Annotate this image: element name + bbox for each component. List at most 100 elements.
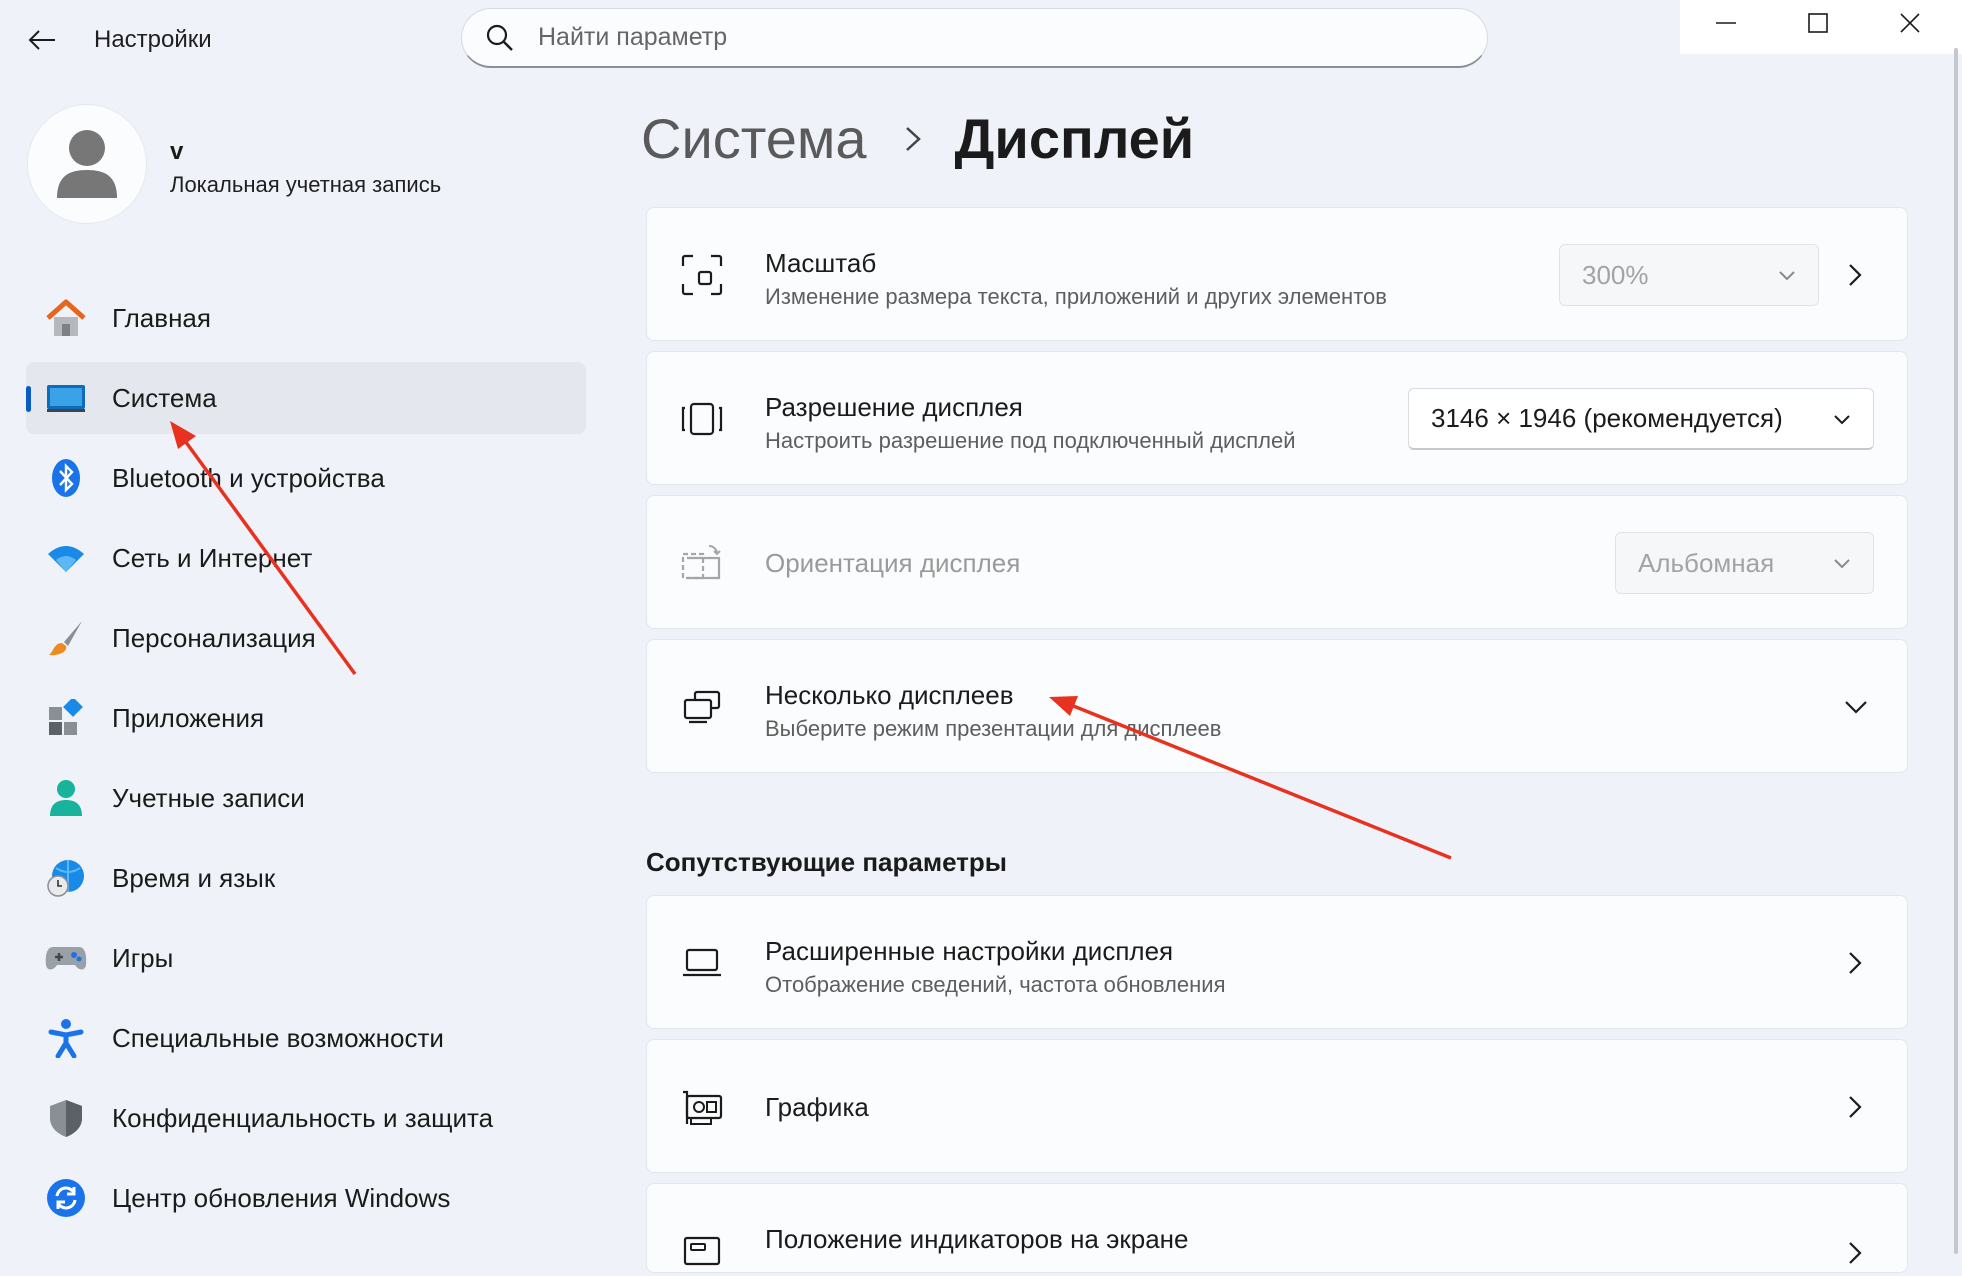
- sidebar-item-accounts[interactable]: Учетные записи: [26, 762, 586, 834]
- avatar[interactable]: [27, 104, 147, 224]
- chevron-down-icon: [1834, 559, 1850, 569]
- sidebar-item-label: Учетные записи: [112, 782, 305, 813]
- advanced-display-card[interactable]: Расширенные настройки дисплея Отображени…: [646, 895, 1908, 1029]
- sidebar-item-network[interactable]: Сеть и Интернет: [26, 522, 586, 594]
- sidebar-item-label: Сеть и Интернет: [112, 542, 313, 573]
- chevron-down-icon: [1779, 271, 1795, 281]
- scale-title: Масштаб: [765, 248, 877, 278]
- resolution-title: Разрешение дисплея: [765, 392, 1023, 422]
- multiple-displays-subtitle: Выберите режим презентации для дисплеев: [765, 716, 1222, 741]
- sidebar-item-gaming[interactable]: Игры: [26, 922, 586, 994]
- maximize-icon: [1808, 13, 1828, 33]
- sidebar-nav: Главная Система Bluetooth и устройства С…: [26, 282, 586, 1242]
- maximize-button[interactable]: [1772, 0, 1864, 46]
- person-icon: [44, 776, 88, 820]
- sidebar-item-label: Bluetooth и устройства: [112, 462, 385, 493]
- sidebar-item-label: Система: [112, 382, 217, 413]
- sidebar-item-accessibility[interactable]: Специальные возможности: [26, 1002, 586, 1074]
- graphics-card[interactable]: Графика: [646, 1039, 1908, 1173]
- sidebar-item-time-language[interactable]: Время и язык: [26, 842, 586, 914]
- indicator-position-card[interactable]: Положение индикаторов на экране: [646, 1183, 1908, 1273]
- orientation-icon: [681, 544, 721, 580]
- chevron-down-icon: [1834, 415, 1850, 425]
- sidebar-item-windows-update[interactable]: Центр обновления Windows: [26, 1162, 586, 1234]
- scale-dropdown[interactable]: 300%: [1559, 244, 1819, 306]
- minimize-button[interactable]: [1680, 0, 1772, 46]
- laptop-icon: [683, 948, 721, 977]
- close-icon: [1900, 13, 1920, 33]
- apps-icon: [44, 696, 88, 740]
- advanced-display-subtitle: Отображение сведений, частота обновления: [765, 972, 1226, 997]
- sidebar-item-privacy[interactable]: Конфиденциальность и защита: [26, 1082, 586, 1154]
- scrollbar[interactable]: [1954, 48, 1958, 1254]
- account-type: Локальная учетная запись: [170, 172, 442, 197]
- multiple-displays-card[interactable]: Несколько дисплеев Выберите режим презен…: [646, 639, 1908, 773]
- chevron-right-icon: [1849, 1242, 1862, 1264]
- resolution-subtitle: Настроить разрешение под подключенный ди…: [765, 428, 1296, 453]
- sidebar-item-label: Игры: [112, 942, 174, 973]
- active-indicator: [26, 386, 31, 412]
- chevron-right-icon: [1849, 952, 1862, 974]
- breadcrumb-parent[interactable]: Система: [641, 106, 867, 171]
- resolution-icon: [681, 402, 723, 436]
- home-icon: [44, 296, 88, 340]
- back-arrow-icon: [28, 30, 55, 50]
- user-avatar-icon: [57, 130, 117, 198]
- gamepad-icon: [44, 936, 88, 980]
- back-button[interactable]: [24, 22, 60, 58]
- multiple-displays-title: Несколько дисплеев: [765, 680, 1014, 710]
- page-title: Дисплей: [954, 107, 1195, 170]
- breadcrumb: Система Дисплей: [641, 106, 1194, 171]
- shield-icon: [44, 1096, 88, 1140]
- sidebar-item-label: Приложения: [112, 702, 265, 733]
- sidebar-item-system[interactable]: Система: [26, 362, 586, 434]
- minimize-icon: [1716, 22, 1736, 24]
- indicator-position-title: Положение индикаторов на экране: [765, 1224, 1189, 1254]
- brush-icon: [44, 616, 88, 660]
- indicator-position-icon: [683, 1236, 721, 1266]
- orientation-title: Ориентация дисплея: [765, 548, 1021, 578]
- sidebar-item-home[interactable]: Главная: [26, 282, 586, 354]
- scale-icon: [681, 254, 723, 296]
- sidebar-item-label: Главная: [112, 302, 211, 333]
- graphics-card-icon: [683, 1090, 723, 1125]
- sidebar-item-personalization[interactable]: Персонализация: [26, 602, 586, 674]
- update-icon: [44, 1176, 88, 1220]
- globe-clock-icon: [44, 856, 88, 900]
- close-button[interactable]: [1864, 0, 1956, 46]
- search-box[interactable]: [461, 8, 1488, 68]
- app-title: Настройки: [94, 26, 212, 53]
- chevron-down-icon[interactable]: [1841, 692, 1871, 722]
- system-display-icon: [44, 376, 88, 420]
- sidebar-item-label: Конфиденциальность и защита: [112, 1102, 494, 1133]
- resolution-dropdown[interactable]: 3146 × 1946 (рекомендуется): [1408, 388, 1874, 450]
- bluetooth-icon: [44, 456, 88, 500]
- orientation-card: Ориентация дисплея Альбомная: [646, 495, 1908, 629]
- graphics-title: Графика: [765, 1092, 869, 1122]
- chevron-right-icon[interactable]: [1843, 260, 1867, 290]
- wifi-icon: [44, 536, 88, 580]
- sidebar-item-label: Центр обновления Windows: [112, 1182, 451, 1213]
- search-input[interactable]: [536, 22, 1440, 53]
- chevron-right-icon: [1849, 1096, 1862, 1118]
- account-name: v: [170, 138, 184, 165]
- breadcrumb-chevron-icon: [905, 126, 921, 151]
- orientation-dropdown[interactable]: Альбомная: [1615, 532, 1874, 594]
- sidebar-item-apps[interactable]: Приложения: [26, 682, 586, 754]
- orientation-value: Альбомная: [1638, 547, 1775, 578]
- search-icon: [486, 24, 513, 51]
- sidebar-item-bluetooth[interactable]: Bluetooth и устройства: [26, 442, 586, 514]
- resolution-value: 3146 × 1946 (рекомендуется): [1431, 403, 1783, 433]
- resolution-card: Разрешение дисплея Настроить разрешение …: [646, 351, 1908, 485]
- advanced-display-title: Расширенные настройки дисплея: [765, 936, 1174, 966]
- scale-subtitle: Изменение размера текста, приложений и д…: [765, 284, 1387, 309]
- window-controls: [1680, 0, 1962, 54]
- scale-value: 300%: [1582, 259, 1649, 290]
- sidebar-item-label: Время и язык: [112, 862, 276, 893]
- sidebar-item-label: Персонализация: [112, 622, 316, 653]
- multiple-displays-icon: [683, 690, 721, 724]
- sidebar-item-label: Специальные возможности: [112, 1022, 444, 1053]
- related-settings-heading: Сопутствующие параметры: [646, 847, 1008, 877]
- scale-card[interactable]: Масштаб Изменение размера текста, прилож…: [646, 207, 1908, 341]
- accessibility-icon: [44, 1016, 88, 1060]
